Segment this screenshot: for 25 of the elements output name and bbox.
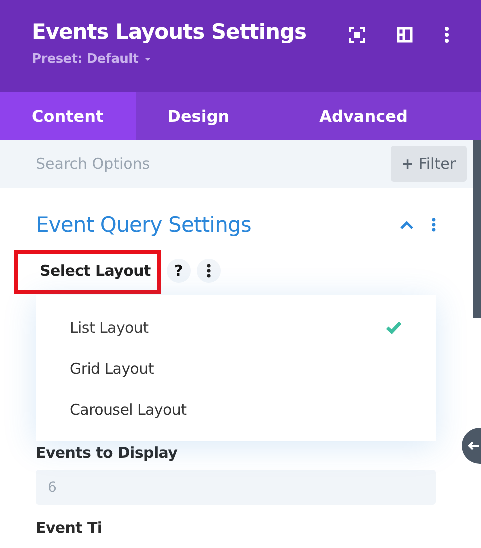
panel-title: Events Layouts Settings	[32, 20, 307, 44]
caret-icon[interactable]	[144, 57, 152, 62]
menu-item[interactable]: List Layout	[36, 307, 436, 348]
tab[interactable]: Content	[0, 92, 136, 140]
columns-icon[interactable]	[397, 27, 413, 43]
option-label: Select Layout	[14, 250, 161, 294]
chevron-icon[interactable]	[400, 220, 414, 230]
more-icon[interactable]	[206, 264, 211, 278]
menu-item[interactable]: Grid Layout	[36, 348, 436, 389]
filter-button[interactable]: + Filter	[390, 146, 467, 182]
search-field[interactable]: Search Options	[36, 155, 236, 173]
tab[interactable]: Design	[136, 92, 288, 140]
section-title[interactable]: Event Query Settings	[36, 213, 382, 237]
field-label: Events to Display	[36, 444, 179, 462]
scrollbar[interactable]	[473, 140, 481, 318]
more-icon[interactable]	[445, 27, 449, 43]
more-button[interactable]	[196, 259, 221, 283]
check-icon[interactable]	[386, 321, 402, 334]
tab[interactable]: Advanced	[288, 92, 440, 140]
field-label: Event Ti	[36, 519, 104, 537]
menu-item[interactable]: Carousel Layout	[36, 389, 436, 430]
arrow-icon[interactable]	[468, 441, 480, 451]
focus-icon[interactable]	[349, 27, 365, 43]
help-button[interactable]: ?	[166, 259, 191, 283]
preset-dropdown[interactable]: Preset: Default	[32, 52, 152, 67]
